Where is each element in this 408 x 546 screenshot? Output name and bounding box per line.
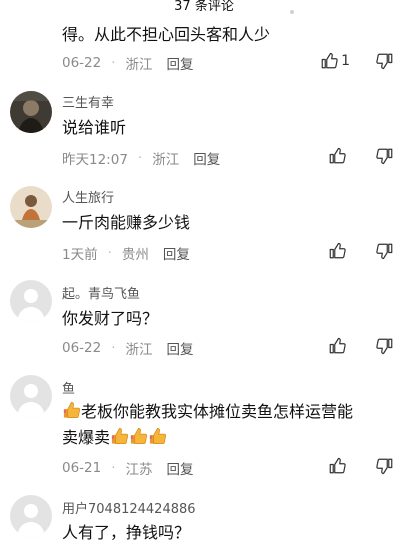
like-count: 1 <box>341 53 350 69</box>
reply-button[interactable]: 回复 <box>167 338 194 358</box>
comment-text: 得。从此不担心回头客和人少 <box>62 25 271 44</box>
comment-meta: 1天前 · 贵州 回复 <box>62 243 190 263</box>
comment-username[interactable]: 鱼 <box>62 378 75 397</box>
comment-location: 浙江 <box>152 152 180 168</box>
comment-text: 一斤肉能赚多少钱 <box>62 213 191 232</box>
comment-username[interactable]: 三生有幸 <box>62 92 114 111</box>
comment-username[interactable]: 起。青鸟飞鱼 <box>62 283 140 302</box>
comment-location: 浙江 <box>125 57 153 73</box>
avatar[interactable] <box>10 375 52 417</box>
thumbs-up-icon[interactable] <box>328 242 346 260</box>
comment-username[interactable]: 人生旅行 <box>62 187 114 206</box>
comment-text-line: 老板你能教我实体摊位卖鱼怎样运营能 <box>62 399 392 425</box>
comment-text: 你发财了吗？ <box>62 309 159 328</box>
thumbs-up-icon[interactable] <box>328 147 346 165</box>
reply-button[interactable]: 回复 <box>167 53 194 73</box>
comments-header: 37 条评论 <box>0 0 408 14</box>
comment-location: 浙江 <box>125 342 153 358</box>
thumbs-up-icon[interactable] <box>320 52 338 70</box>
comment-date: 昨天12:07 <box>62 152 128 168</box>
comment-actions <box>328 457 394 475</box>
avatar[interactable] <box>10 186 52 228</box>
comment-meta: 昨天12:07 · 浙江 回复 <box>62 148 221 168</box>
comment-actions <box>328 147 394 165</box>
thumbs-down-icon[interactable] <box>376 457 394 475</box>
header-dot <box>290 10 294 14</box>
thumbs-down-icon[interactable] <box>376 337 394 355</box>
thumbs-up-icon[interactable] <box>328 457 346 475</box>
comment-username[interactable]: 用户7048124424886 <box>62 498 196 517</box>
thumbs-up-emoji <box>129 426 148 446</box>
thumbs-up-emoji <box>110 426 129 446</box>
comment-location: 贵州 <box>121 247 149 263</box>
reply-button[interactable]: 回复 <box>193 148 220 168</box>
comment-date: 06-21 <box>62 460 102 476</box>
reply-button[interactable]: 回复 <box>167 458 194 478</box>
comment-date: 06-22 <box>62 55 102 71</box>
comment-date: 06-22 <box>62 340 102 356</box>
comment-count: 37 条评论 <box>174 0 234 14</box>
comment-meta: 06-22 · 浙江 回复 <box>62 53 194 73</box>
thumbs-down-icon[interactable] <box>376 147 394 165</box>
thumbs-down-icon[interactable] <box>376 242 394 260</box>
thumbs-down-icon[interactable] <box>376 52 394 70</box>
comment-text: 人有了，挣钱吗？ <box>62 523 191 542</box>
comment-actions <box>328 242 394 260</box>
reply-button[interactable]: 回复 <box>163 243 190 263</box>
comment-text: 说给谁听 <box>62 118 127 137</box>
comment-text-line: 卖爆卖 <box>62 425 392 451</box>
comment-actions <box>328 337 394 355</box>
thumbs-up-emoji <box>62 400 81 420</box>
comment-actions: 1 <box>320 52 394 70</box>
avatar[interactable] <box>10 495 52 537</box>
thumbs-up-emoji <box>148 426 167 446</box>
comment-meta: 06-21 · 江苏 回复 <box>62 458 194 478</box>
thumbs-up-icon[interactable] <box>328 337 346 355</box>
comment-location: 江苏 <box>125 462 153 478</box>
comment-meta: 06-22 · 浙江 回复 <box>62 338 194 358</box>
avatar[interactable] <box>10 91 52 133</box>
comment-text: 老板你能教我实体摊位卖鱼怎样运营能 卖爆卖 <box>62 399 392 451</box>
comment-date: 1天前 <box>62 247 98 263</box>
avatar[interactable] <box>10 280 52 322</box>
